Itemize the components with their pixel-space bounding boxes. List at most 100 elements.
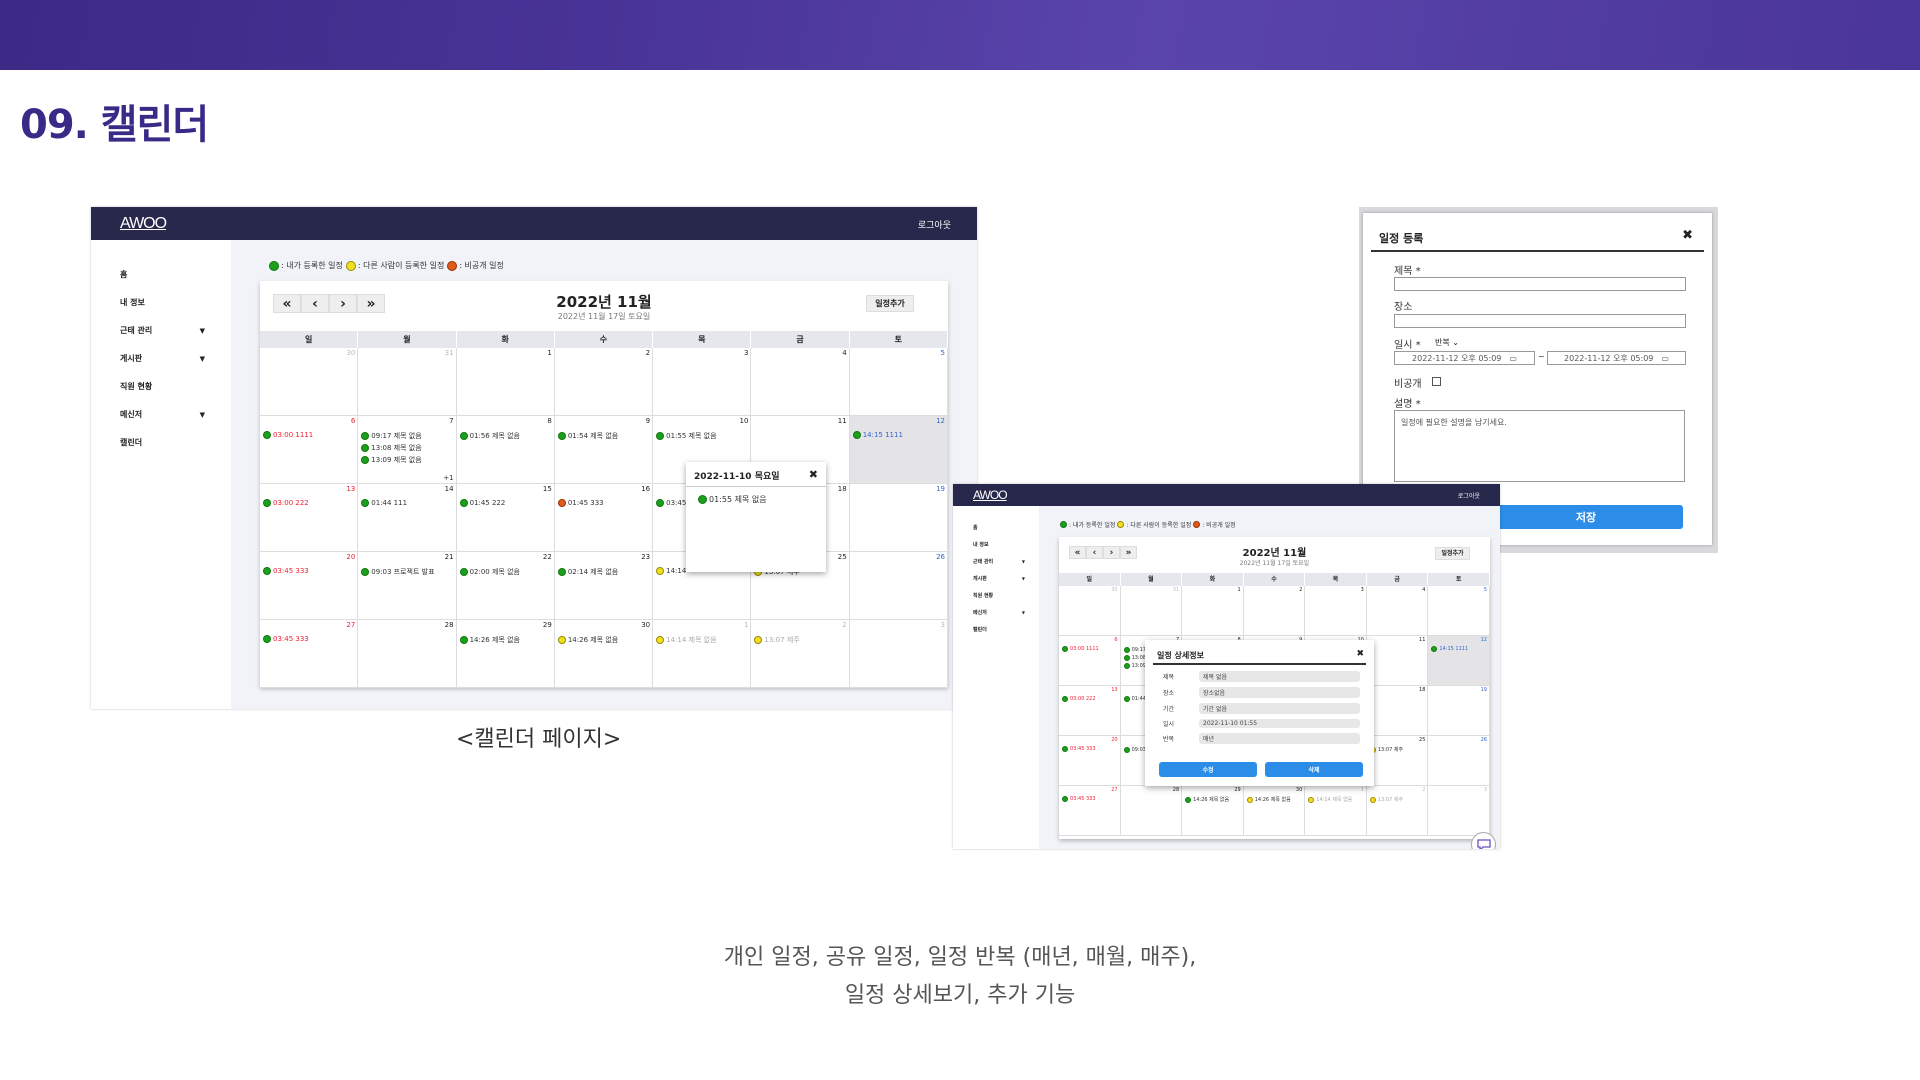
day-cell[interactable]: 26 [1428,736,1490,786]
day-cell[interactable]: 30 [260,348,359,416]
day-cell[interactable]: 2 13:07 제주 [1366,786,1429,836]
calendar-event[interactable]: 14:14 제목 없음 [1308,796,1363,803]
day-cell[interactable]: 1 [456,348,555,416]
day-cell[interactable]: 1 [1182,586,1244,636]
day-cell[interactable]: 9 01:54 제목 없음 [554,416,654,484]
calendar-event[interactable]: 13:07 제주 [754,635,845,645]
chat-icon[interactable] [1471,832,1496,849]
day-cell[interactable]: 3 [653,348,752,416]
popup-event[interactable]: 01:55 제목 없음 [698,494,767,505]
day-cell[interactable]: 23 02:14 제목 없음 [554,552,654,620]
calendar-event[interactable]: 14:15 1111 [1431,646,1486,652]
more-events-link[interactable]: +1 [443,474,453,482]
app-logo[interactable]: AWOO [120,215,167,233]
day-cell[interactable]: 27 03:45 333 [260,620,359,688]
day-cell[interactable]: 29 14:26 제목 없음 [1182,786,1244,836]
day-cell[interactable]: 28 [1120,786,1183,836]
calendar-event[interactable]: 13:09 제목 없음 [361,455,452,465]
calendar-event[interactable]: 09:17 제목 없음 [361,431,452,441]
calendar-event[interactable]: 09:03 프로젝트 발표 [361,567,452,577]
calendar-event[interactable]: 14:26 제목 없음 [557,635,649,645]
day-cell[interactable]: 13 03:00 222 [1059,686,1121,736]
calendar-event[interactable]: 01:45 222 [459,499,551,507]
day-cell[interactable]: 3 [849,620,948,688]
calendar-event[interactable]: 14:15 1111 [852,431,944,439]
calendar-event[interactable]: 01:54 제목 없음 [557,431,649,441]
day-cell[interactable]: 15 01:45 222 [456,484,555,552]
day-cell[interactable]: 6 03:00 1111 [1059,636,1121,686]
day-cell[interactable]: 4 [1366,586,1429,636]
calendar-event[interactable]: 03:45 333 [1062,796,1117,802]
sidebar-item[interactable]: 근태 관리 ▼ [973,558,1025,565]
day-cell[interactable]: 1 14:14 제목 없음 [653,620,752,688]
calendar-event[interactable]: 03:00 222 [1062,696,1117,702]
private-checkbox[interactable] [1432,377,1441,386]
edit-button[interactable]: 수정 [1159,762,1257,777]
start-datetime-input[interactable]: 2022-11-12 오후 05:09 ▭ [1394,351,1535,365]
app-logo[interactable]: AWOO [973,488,1008,502]
detail-close-icon[interactable]: ✖ [1356,649,1364,659]
logout-link[interactable]: 로그아웃 [918,218,951,231]
day-cell[interactable]: 3 [1305,586,1367,636]
end-datetime-input[interactable]: 2022-11-12 오후 05:09 ▭ [1547,351,1686,365]
calendar-event[interactable]: 02:14 제목 없음 [557,567,649,577]
desc-textarea[interactable]: 일정에 필요한 설명을 남기세요. [1394,410,1685,482]
add-event-button[interactable]: 일정추가 [866,295,914,312]
calendar-event[interactable]: 14:14 제목 없음 [656,635,747,645]
day-cell[interactable]: 21 09:03 프로젝트 발표 [358,552,457,620]
day-cell[interactable]: 28 [358,620,457,688]
calendar-event[interactable]: 03:45 333 [1062,746,1117,752]
sidebar-item[interactable]: 메신저 ▼ [120,409,205,420]
day-cell[interactable]: 22 02:00 제목 없음 [456,552,555,620]
day-cell[interactable]: 8 01:56 제목 없음 [456,416,555,484]
sidebar-item[interactable]: 게시판 ▼ [973,575,1025,582]
day-cell[interactable]: 31 [358,348,457,416]
calendar-event[interactable]: 13:07 제주 [1369,746,1425,753]
day-cell[interactable]: 20 03:45 333 [260,552,359,620]
sidebar-item[interactable]: 내 정보 [120,297,205,308]
sidebar-item[interactable]: 근태 관리 ▼ [120,325,205,336]
calendar-event[interactable]: 01:55 제목 없음 [656,431,747,441]
day-cell[interactable]: 18 [1366,686,1429,736]
day-cell[interactable]: 6 03:00 1111 [260,416,359,484]
day-cell[interactable]: 12 14:15 1111 [1428,636,1490,686]
calendar-event[interactable]: 01:56 제목 없음 [459,431,551,441]
popup-close-icon[interactable]: ✖ [809,468,818,481]
calendar-event[interactable]: 14:26 제목 없음 [1246,796,1302,803]
day-cell[interactable]: 2 13:07 제주 [751,620,850,688]
sidebar-item[interactable]: 캘린더 [973,626,1025,633]
calendar-event[interactable]: 13:07 제주 [1369,796,1425,803]
day-cell[interactable]: 5 [1428,586,1490,636]
delete-button[interactable]: 삭제 [1265,762,1363,777]
sidebar-item[interactable]: 캘린더 [120,437,205,448]
calendar-event[interactable]: 14:26 제목 없음 [459,635,551,645]
repeat-select[interactable]: 반복 ⌄ [1435,337,1459,348]
day-cell[interactable]: 19 [1428,686,1490,736]
sidebar-item[interactable]: 직원 현황 [120,381,205,392]
calendar-event[interactable]: 02:00 제목 없음 [459,567,551,577]
calendar-event[interactable]: 03:00 1111 [263,431,354,439]
day-cell[interactable]: 4 [751,348,850,416]
day-cell[interactable]: 16 01:45 333 [554,484,654,552]
sidebar-item[interactable]: 홈 [973,524,1025,531]
calendar-event[interactable]: 01:45 333 [557,499,649,507]
day-cell[interactable]: 29 14:26 제목 없음 [456,620,555,688]
day-cell[interactable]: 2 [1243,586,1306,636]
day-cell[interactable]: 14 01:44 111 [358,484,457,552]
day-cell[interactable]: 7 09:17 제목 없음 13:08 제목 없음 13:09 제목 없음 +1 [358,416,457,484]
day-cell[interactable]: 30 14:26 제목 없음 [554,620,654,688]
sidebar-item[interactable]: 홈 [120,269,205,280]
day-cell[interactable]: 13 03:00 222 [260,484,359,552]
day-cell[interactable]: 25 13:07 제주 [1366,736,1429,786]
day-cell[interactable]: 19 [849,484,948,552]
calendar-event[interactable]: 03:00 1111 [1062,646,1117,652]
sidebar-item[interactable]: 직원 현황 [973,592,1025,599]
logout-link[interactable]: 로그아웃 [1458,491,1480,500]
day-cell[interactable]: 31 [1120,586,1183,636]
calendar-event[interactable]: 03:00 222 [263,499,354,507]
day-cell[interactable]: 30 14:26 제목 없음 [1243,786,1306,836]
day-cell[interactable]: 3 [1428,786,1490,836]
calendar-event[interactable]: 14:26 제목 없음 [1185,796,1240,803]
day-cell[interactable]: 2 [554,348,654,416]
calendar-event[interactable]: 13:08 제목 없음 [361,443,452,453]
